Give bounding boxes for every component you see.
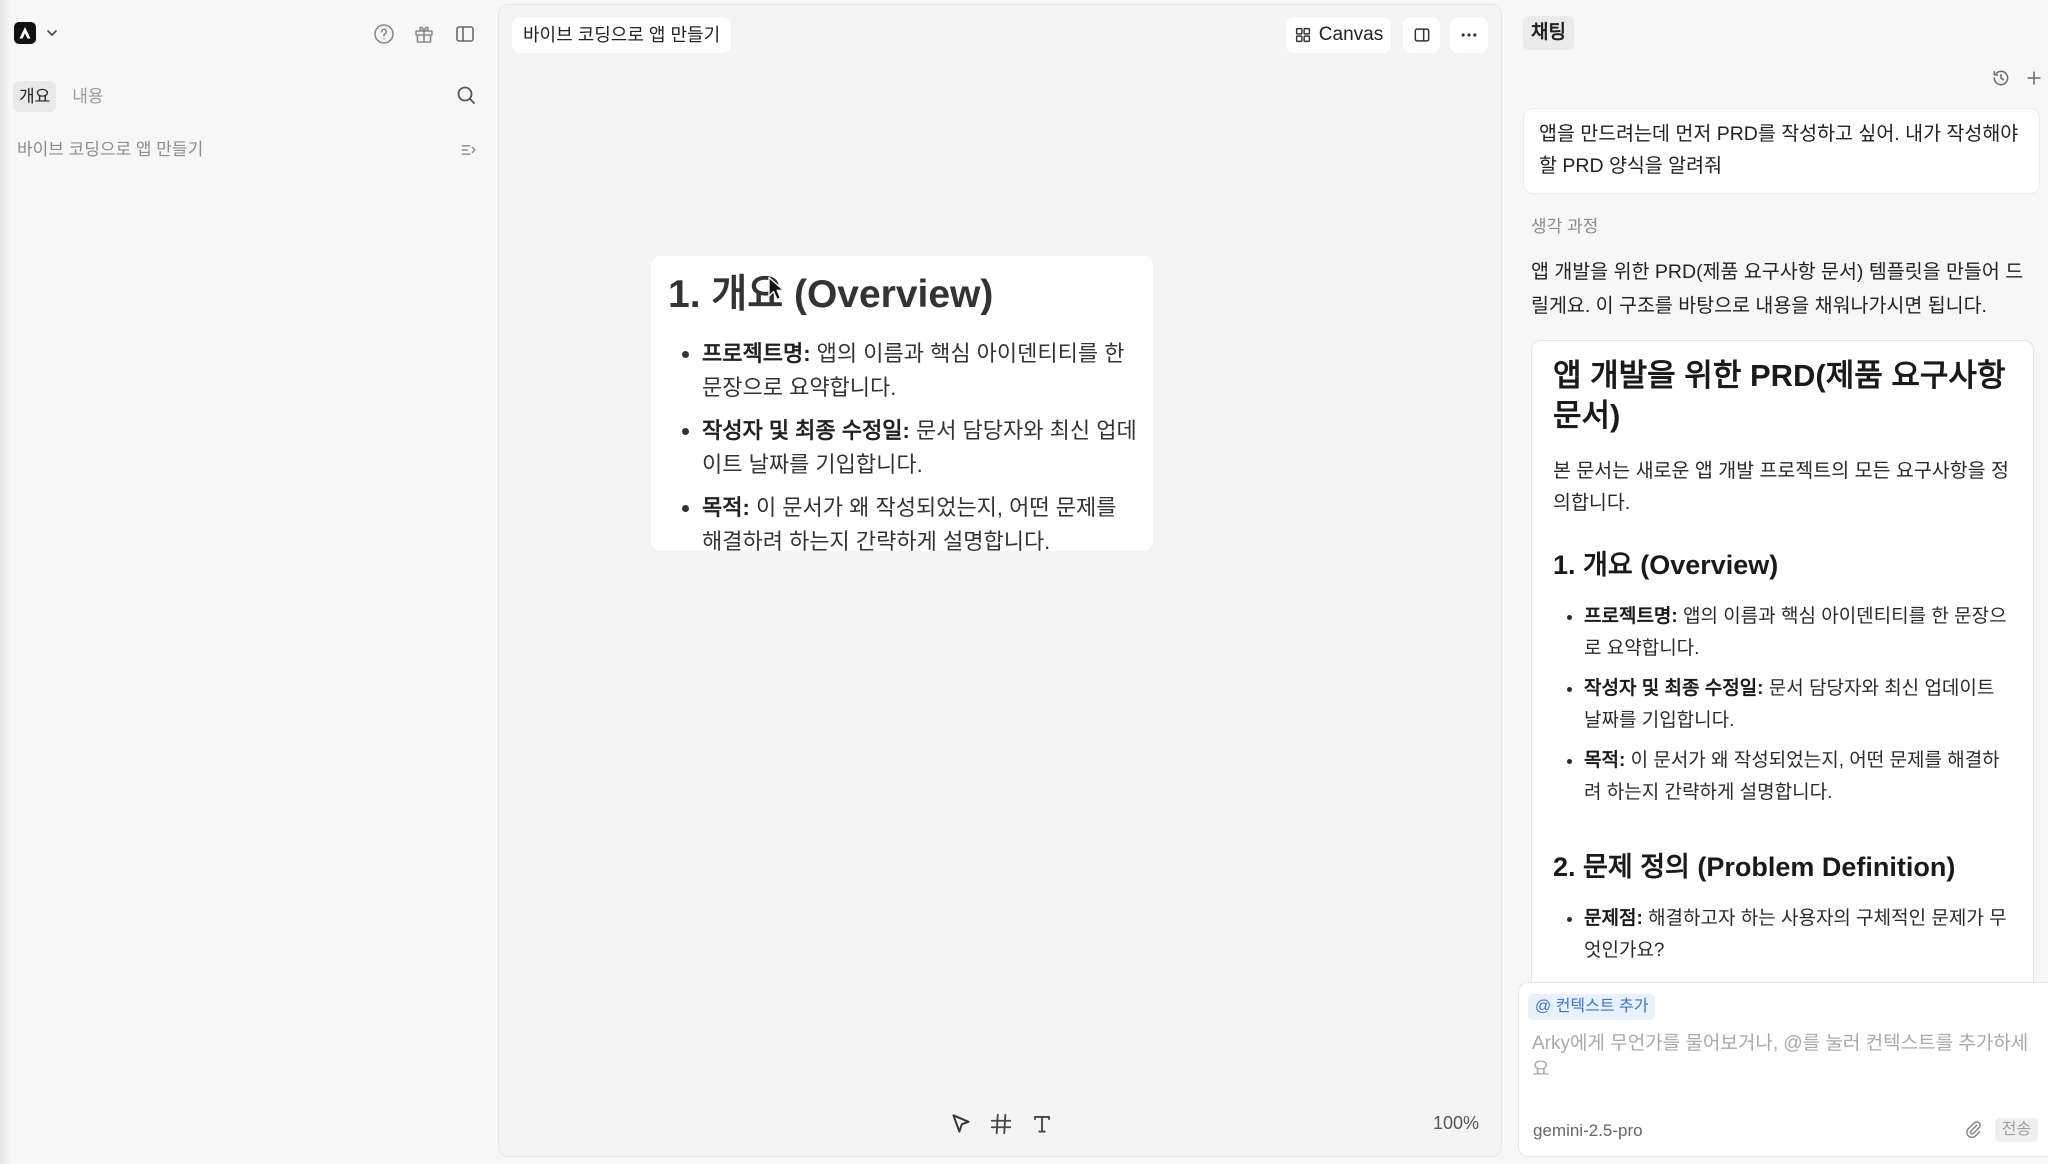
history-icon [1991,68,2011,88]
canvas-button-label: Canvas [1318,24,1384,45]
frame-tool[interactable] [988,1111,1014,1137]
model-selector[interactable]: gemini-2.5-pro [1533,1120,1643,1142]
chat-input[interactable] [1532,1031,2037,1091]
paperclip-icon [1963,1119,1983,1139]
chat-thread[interactable]: 채팅 앱을 만드려는데 먼저 PRD를 작성하고 싶어. 내가 작성해야 할 P… [1505,0,2048,982]
bullet-label: 프로젝트명: [1584,606,1678,627]
more-button[interactable] [1450,17,1488,53]
bullet-label: 목적: [702,495,750,520]
bullet-text: 이 문서가 왜 작성되었는지, 어떤 문제를 해결하려 하는지 간략하게 설명합… [702,495,1117,551]
workspace-switcher[interactable] [14,22,64,44]
canvas-editor[interactable]: 바이브 코딩으로 앱 만들기 Canvas 1. 개요 (Overview) 프… [498,4,1502,1157]
sidebar-item-label: 바이브 코딩으로 앱 만들기 [17,140,204,159]
bullet-label: 작성자 및 최종 수정일: [702,418,910,443]
frame-hash-icon [988,1111,1014,1137]
list-item: 목적: 이 문서가 왜 작성되었는지, 어떤 문제를 해결하려 하는지 간략하게… [702,491,1137,551]
sidebar-item-vibe-coding[interactable]: 바이브 코딩으로 앱 만들기 [17,138,479,162]
help-button[interactable] [371,21,397,47]
plus-icon [2024,68,2044,88]
list-item: 목적: 이 문서가 왜 작성되었는지, 어떤 문제를 해결하려 하는지 간략하게… [1584,745,2012,809]
text-tool-icon [1029,1111,1055,1137]
list-item: 프로젝트명: 앱의 이름과 핵심 아이덴티티를 한 문장으로 요약합니다. [1584,601,2012,665]
app-logo-icon [14,22,36,44]
bullet-text: 해결하고자 하는 사용자의 구체적인 문제가 무엇인가요? [1584,908,2007,961]
tab-overview[interactable]: 개요 [13,81,57,112]
document-intro: 본 문서는 새로운 앱 개발 프로젝트의 모든 요구사항을 정의합니다. [1553,460,2009,514]
card-bullet-list: 프로젝트명: 앱의 이름과 핵심 아이덴티티를 한 문장으로 요약합니다. 작성… [668,337,1137,551]
prd-document-card: 앱 개발을 위한 PRD(제품 요구사항 문서) 본 문서는 새로운 앱 개발 … [1531,340,2034,982]
chat-composer: @ 컨텍스트 추가 gemini-2.5-pro 전송 [1518,982,2048,1157]
gift-button[interactable] [411,21,437,47]
list-item: 문제점: 해결하고자 하는 사용자의 구체적인 문제가 무엇인가요? [1584,903,2012,967]
bullet-label: 프로젝트명: [702,341,811,366]
select-tool[interactable] [948,1111,974,1137]
bullet-label: 문제점: [1584,908,1643,929]
left-sidebar: 개요 내용 바이브 코딩으로 앱 만들기 [0,0,496,1164]
search-icon [454,83,478,107]
zoom-level[interactable]: 100% [1433,1112,1479,1134]
send-button[interactable]: 전송 [1995,1118,2038,1142]
select-pointer-icon [948,1111,974,1137]
split-view-icon [1412,25,1432,45]
search-button[interactable] [453,82,479,108]
bullet-label: 목적: [1584,750,1626,771]
document-title: 앱 개발을 위한 PRD(제품 요구사항 문서) [1553,358,2006,433]
sidebar-tabs: 개요 내용 [13,81,110,112]
add-context-chip[interactable]: @ 컨텍스트 추가 [1528,994,1656,1020]
text-tool[interactable] [1029,1111,1055,1137]
bullet-label: 작성자 및 최종 수정일: [1584,678,1764,699]
section-bullet-list: 프로젝트명: 앱의 이름과 핵심 아이덴티티를 한 문장으로 요약합니다. 작성… [1553,601,2012,809]
list-item: 작성자 및 최종 수정일: 문서 담당자와 최신 업데이트 날짜를 기입합니다. [1584,673,2012,737]
help-icon [372,22,396,46]
attach-button[interactable] [1963,1119,1983,1139]
gift-icon [412,22,436,46]
tab-content[interactable]: 내용 [66,81,109,112]
section-heading: 1. 개요 (Overview) [1553,550,1779,580]
chat-panel: 채팅 앱을 만드려는데 먼저 PRD를 작성하고 싶어. 내가 작성해야 할 P… [1505,0,2048,1164]
new-chat-button[interactable] [2021,65,2047,91]
canvas-grid-icon [1294,26,1312,44]
section-bullet-list: 문제점: 해결하고자 하는 사용자의 구체적인 문제가 무엇인가요? [1553,903,2012,967]
thinking-process-toggle[interactable]: 생각 과정 [1531,216,1598,238]
more-icon [1459,25,1479,45]
document-tab[interactable]: 바이브 코딩으로 앱 만들기 [512,17,732,53]
canvas-button[interactable]: Canvas [1286,17,1391,53]
tab-chat[interactable]: 채팅 [1523,16,1574,50]
user-message: 앱을 만드려는데 먼저 PRD를 작성하고 싶어. 내가 작성해야 할 PRD … [1523,108,2040,194]
sidebar-toggle-button[interactable] [452,21,478,47]
history-button[interactable] [1988,65,2014,91]
assistant-response: 앱 개발을 위한 PRD(제품 요구사항 문서) 템플릿을 만들어 드릴게요. … [1531,261,2024,317]
chevron-down-icon [44,25,60,41]
sidebar-toggle-icon [453,22,477,46]
split-view-button[interactable] [1403,17,1440,53]
bullet-text: 이 문서가 왜 작성되었는지, 어떤 문제를 해결하려 하는지 간략하게 설명합… [1584,750,2000,803]
outline-icon[interactable] [459,140,479,160]
section-heading: 2. 문제 정의 (Problem Definition) [1553,852,1956,882]
list-item: 프로젝트명: 앱의 이름과 핵심 아이덴티티를 한 문장으로 요약합니다. [702,337,1137,405]
canvas-text-card[interactable]: 1. 개요 (Overview) 프로젝트명: 앱의 이름과 핵심 아이덴티티를… [651,256,1153,551]
list-item: 작성자 및 최종 수정일: 문서 담당자와 최신 업데이트 날짜를 기입합니다. [702,414,1137,482]
card-heading: 1. 개요 (Overview) [668,273,994,316]
